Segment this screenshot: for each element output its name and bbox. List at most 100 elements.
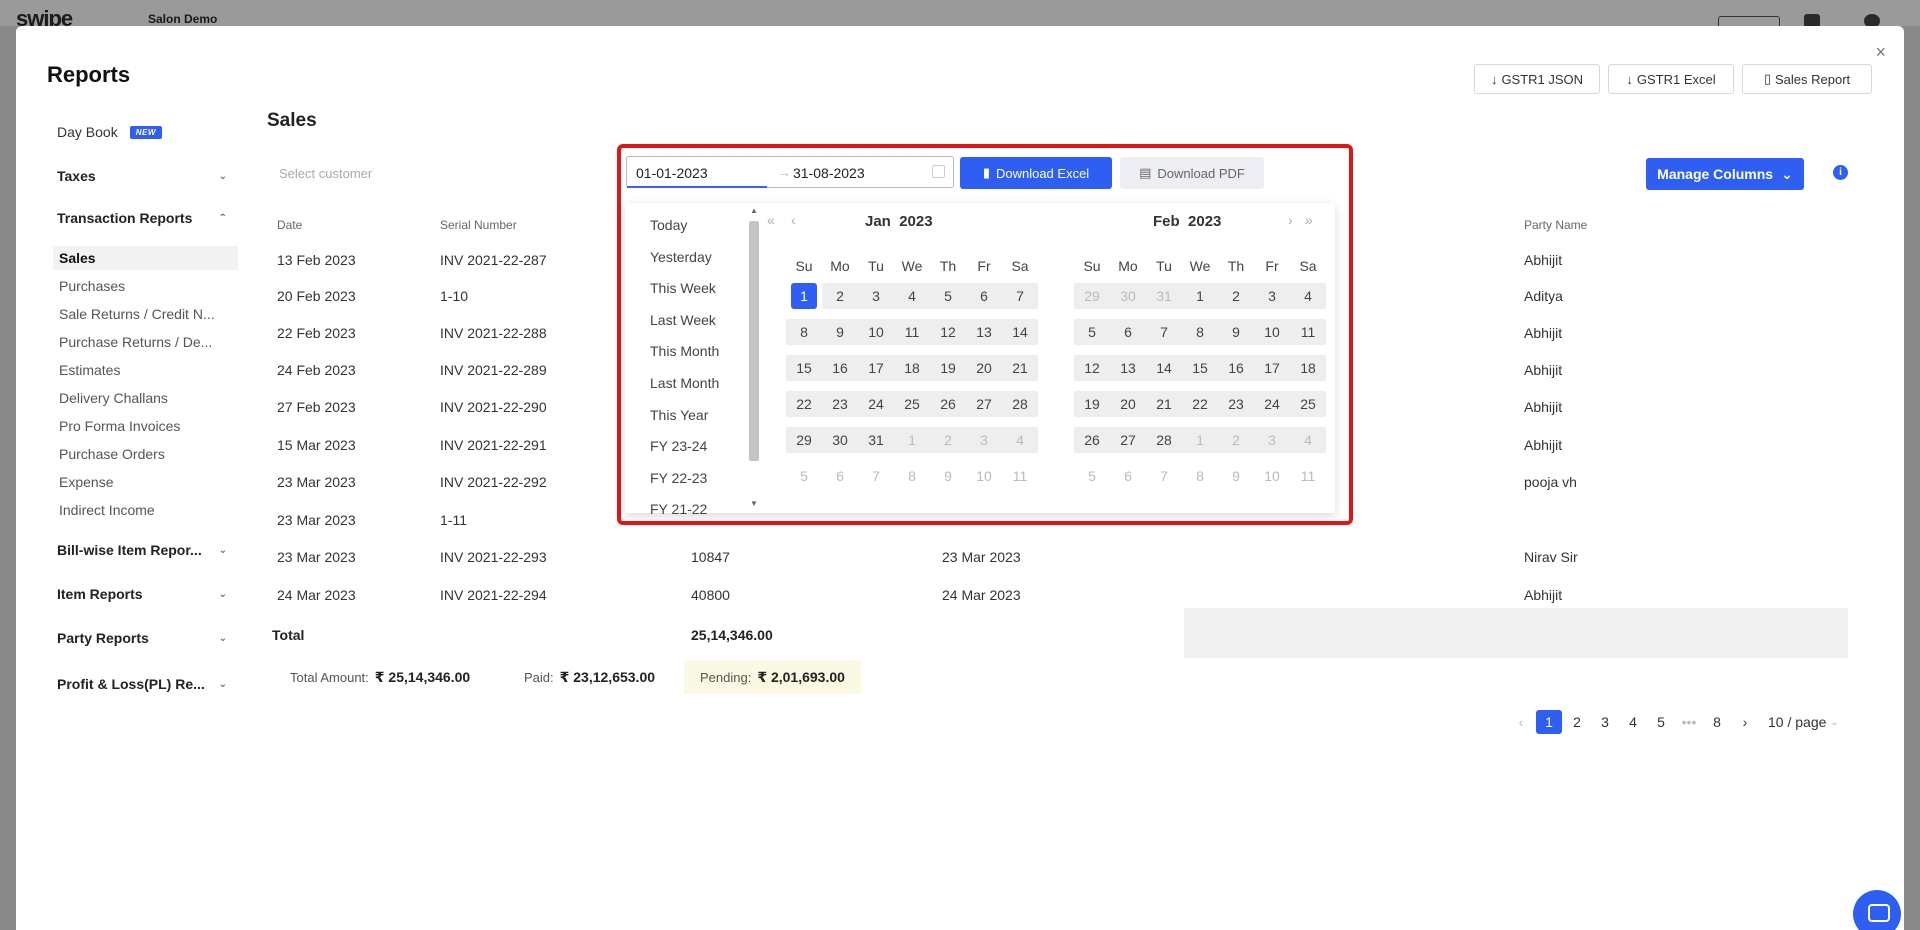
- calendar-day[interactable]: 18: [894, 355, 930, 381]
- calendar-day[interactable]: 8: [894, 463, 930, 489]
- column-header-party[interactable]: Party Name: [1524, 218, 1587, 232]
- calendar-day[interactable]: 4: [1290, 283, 1326, 309]
- calendar-day[interactable]: 7: [858, 463, 894, 489]
- calendar-day[interactable]: 27: [966, 391, 1002, 417]
- calendar-day[interactable]: 12: [1074, 355, 1110, 381]
- next-page-button[interactable]: ›: [1732, 710, 1758, 734]
- calendar-day[interactable]: 11: [1290, 463, 1326, 489]
- preset-option[interactable]: Yesterday: [650, 249, 712, 265]
- calendar-day[interactable]: 2: [822, 283, 858, 309]
- sidebar-item-day-book[interactable]: Day Book NEW: [57, 124, 267, 140]
- calendar-day[interactable]: 23: [822, 391, 858, 417]
- gstr1-excel-button[interactable]: ↓ GSTR1 Excel: [1608, 64, 1734, 94]
- calendar-day[interactable]: 8: [786, 319, 822, 345]
- calendar-day[interactable]: 13: [1110, 355, 1146, 381]
- calendar-day[interactable]: 20: [966, 355, 1002, 381]
- calendar-day[interactable]: 14: [1146, 355, 1182, 381]
- calendar-day[interactable]: 2: [1218, 283, 1254, 309]
- calendar-day[interactable]: 6: [1110, 463, 1146, 489]
- calendar-day[interactable]: 11: [894, 319, 930, 345]
- calendar-day[interactable]: 4: [894, 283, 930, 309]
- calendar-day[interactable]: 3: [1254, 283, 1290, 309]
- calendar-day[interactable]: 25: [1290, 391, 1326, 417]
- calendar-day[interactable]: 31: [858, 427, 894, 453]
- column-header-serial[interactable]: Serial Number: [440, 218, 517, 232]
- calendar-day[interactable]: 2: [1218, 427, 1254, 453]
- calendar-day[interactable]: 7: [1002, 283, 1038, 309]
- preset-option[interactable]: FY 22-23: [650, 470, 707, 486]
- calendar-day[interactable]: 24: [858, 391, 894, 417]
- calendar-day[interactable]: 29: [1074, 283, 1110, 309]
- scroll-up-icon[interactable]: ▲: [750, 206, 758, 215]
- sidebar-item-estimates[interactable]: Estimates: [53, 358, 238, 382]
- calendar-day[interactable]: 19: [1074, 391, 1110, 417]
- calendar-day[interactable]: 10: [966, 463, 1002, 489]
- calendar-day[interactable]: 6: [822, 463, 858, 489]
- calendar-day[interactable]: 25: [894, 391, 930, 417]
- preset-option[interactable]: This Year: [650, 407, 708, 423]
- calendar-day[interactable]: 23: [1218, 391, 1254, 417]
- preset-option[interactable]: Last Week: [650, 312, 716, 328]
- prev-year-button[interactable]: «: [767, 212, 775, 228]
- calendar-day[interactable]: 1: [1182, 427, 1218, 453]
- calendar-day[interactable]: 21: [1146, 391, 1182, 417]
- column-header-date[interactable]: Date: [277, 218, 302, 232]
- calendar-day[interactable]: 11: [1290, 319, 1326, 345]
- preset-option[interactable]: This Week: [650, 280, 716, 296]
- right-calendar-title[interactable]: Feb 2023: [1153, 213, 1221, 230]
- calendar-day[interactable]: 9: [1218, 463, 1254, 489]
- sales-report-button[interactable]: ▯ Sales Report: [1742, 64, 1872, 94]
- sidebar-group-bill-wise[interactable]: Bill-wise Item Repor... ⌄: [57, 542, 267, 558]
- calendar-day[interactable]: 21: [1002, 355, 1038, 381]
- calendar-day[interactable]: 17: [858, 355, 894, 381]
- sidebar-item-purchases[interactable]: Purchases: [53, 274, 238, 298]
- sidebar-item-sale-returns[interactable]: Sale Returns / Credit N...: [53, 302, 238, 326]
- calendar-day[interactable]: 6: [1110, 319, 1146, 345]
- calendar-day[interactable]: 11: [1002, 463, 1038, 489]
- calendar-day[interactable]: 5: [786, 463, 822, 489]
- calendar-day[interactable]: 16: [1218, 355, 1254, 381]
- calendar-day[interactable]: 5: [1074, 319, 1110, 345]
- calendar-day[interactable]: 6: [966, 283, 1002, 309]
- sidebar-item-purchase-returns[interactable]: Purchase Returns / De...: [53, 330, 238, 354]
- calendar-day[interactable]: 9: [1218, 319, 1254, 345]
- download-excel-button[interactable]: ▮ Download Excel: [960, 157, 1112, 189]
- left-calendar-title[interactable]: Jan 2023: [865, 213, 933, 230]
- ellipsis-jump-button[interactable]: •••: [1676, 710, 1702, 734]
- calendar-day[interactable]: 13: [966, 319, 1002, 345]
- preset-option[interactable]: FY 23-24: [650, 438, 707, 454]
- sidebar-group-transaction-reports[interactable]: Transaction Reports ⌃: [57, 210, 267, 226]
- calendar-day[interactable]: 12: [930, 319, 966, 345]
- calendar-day[interactable]: 26: [1074, 427, 1110, 453]
- start-date-input[interactable]: 01-01-2023: [636, 165, 708, 181]
- calendar-day[interactable]: 24: [1254, 391, 1290, 417]
- calendar-day[interactable]: 7: [1146, 319, 1182, 345]
- calendar-day[interactable]: 31: [1146, 283, 1182, 309]
- sidebar-group-profit-loss[interactable]: Profit & Loss(PL) Re... ⌄: [57, 676, 267, 692]
- sidebar-group-item-reports[interactable]: Item Reports ⌄: [57, 586, 267, 602]
- end-date-input[interactable]: 31-08-2023: [793, 165, 865, 181]
- manage-columns-button[interactable]: Manage Columns ⌄: [1646, 158, 1804, 190]
- sidebar-item-expense[interactable]: Expense: [53, 470, 238, 494]
- sidebar-item-sales[interactable]: Sales: [53, 246, 238, 270]
- sidebar-group-party-reports[interactable]: Party Reports ⌄: [57, 630, 267, 646]
- calendar-day[interactable]: 28: [1002, 391, 1038, 417]
- sidebar-item-delivery-challans[interactable]: Delivery Challans: [53, 386, 238, 410]
- prev-month-button[interactable]: ‹: [791, 212, 796, 228]
- scroll-down-icon[interactable]: ▼: [750, 499, 758, 508]
- calendar-day[interactable]: 4: [1002, 427, 1038, 453]
- preset-scrollbar-thumb[interactable]: [749, 221, 759, 461]
- next-month-button[interactable]: ›: [1288, 212, 1293, 228]
- calendar-day[interactable]: 14: [1002, 319, 1038, 345]
- calendar-day[interactable]: 28: [1146, 427, 1182, 453]
- page-size-select[interactable]: 10 / page ⌄: [1768, 714, 1839, 730]
- calendar-day[interactable]: 3: [1254, 427, 1290, 453]
- download-pdf-button[interactable]: ▤ Download PDF: [1120, 157, 1264, 189]
- sidebar-item-indirect-income[interactable]: Indirect Income: [53, 498, 238, 522]
- preset-option[interactable]: Last Month: [650, 375, 719, 391]
- calendar-day[interactable]: 20: [1110, 391, 1146, 417]
- calendar-day[interactable]: 1: [1182, 283, 1218, 309]
- page-5-button[interactable]: 5: [1648, 710, 1674, 734]
- calendar-day[interactable]: 3: [858, 283, 894, 309]
- sidebar-item-pro-forma-invoices[interactable]: Pro Forma Invoices: [53, 414, 238, 438]
